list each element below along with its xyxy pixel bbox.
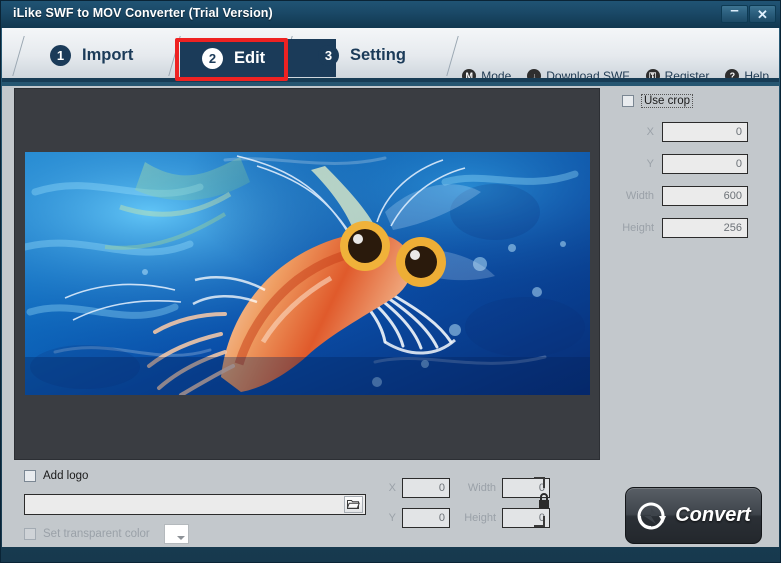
use-crop-row[interactable]: Use crop bbox=[622, 94, 694, 108]
add-logo-row[interactable]: Add logo bbox=[24, 470, 88, 482]
crop-y-label: Y bbox=[646, 158, 654, 170]
tab-setting-label: Setting bbox=[350, 46, 406, 64]
logo-x-label: X bbox=[388, 482, 396, 494]
convert-label: Convert bbox=[675, 504, 751, 526]
tab-import-number: 1 bbox=[50, 45, 71, 66]
transparent-color-label: Set transparent color bbox=[43, 528, 150, 540]
logo-y-input[interactable]: 0 bbox=[402, 508, 450, 528]
menu-item-download-swf-label: Download SWF bbox=[546, 69, 630, 82]
close-icon: ✕ bbox=[757, 6, 768, 22]
download-icon: ↓ bbox=[527, 69, 542, 78]
add-logo-label: Add logo bbox=[43, 470, 89, 482]
use-crop-label: Use crop bbox=[641, 94, 694, 108]
aspect-ratio-lock-icon[interactable] bbox=[530, 474, 556, 530]
crop-x-label: X bbox=[646, 126, 654, 138]
crop-x-row: X 0 bbox=[620, 122, 748, 142]
menu-item-mode[interactable]: M Mode bbox=[462, 69, 512, 82]
crop-width-row: Width 600 bbox=[620, 186, 748, 206]
transparent-color-checkbox[interactable] bbox=[24, 528, 36, 540]
tab-import[interactable]: 1 Import bbox=[24, 33, 192, 78]
window-title: iLike SWF to MOV Converter (Trial Versio… bbox=[13, 6, 273, 20]
logo-height-label: Height bbox=[464, 512, 496, 524]
mode-icon: M bbox=[462, 69, 477, 78]
use-crop-checkbox[interactable] bbox=[622, 95, 634, 107]
convert-refresh-icon bbox=[637, 502, 667, 529]
folder-open-icon bbox=[347, 500, 360, 509]
browse-button[interactable] bbox=[344, 496, 363, 513]
crop-height-row: Height 256 bbox=[620, 218, 748, 238]
help-icon: ? bbox=[725, 69, 740, 78]
title-bar: iLike SWF to MOV Converter (Trial Versio… bbox=[1, 1, 780, 28]
menu-item-help[interactable]: ? Help bbox=[725, 69, 769, 82]
minimize-button[interactable]: – bbox=[721, 1, 748, 23]
register-icon: ⚿ bbox=[645, 69, 660, 78]
crop-x-input[interactable]: 0 bbox=[662, 122, 748, 142]
top-menu: M Mode ↓ Download SWF ⚿ Register ? Help bbox=[462, 69, 769, 82]
tab-import-label: Import bbox=[82, 46, 134, 64]
logo-width-label: Width bbox=[467, 482, 496, 494]
tab-setting[interactable]: 3 Setting bbox=[292, 33, 460, 78]
crop-width-input[interactable]: 600 bbox=[662, 186, 748, 206]
crop-y-row: Y 0 bbox=[620, 154, 748, 174]
logo-position-panel: X 0 Y 0 Width 0 Height 0 bbox=[380, 470, 550, 536]
main-body: Use crop X 0 Y 0 Width 600 Height 256 Ad… bbox=[2, 86, 779, 547]
video-preview[interactable] bbox=[25, 152, 590, 395]
tab-bar: 1 Import 2 Edit 3 Setting M Mode ↓ Downl… bbox=[2, 28, 779, 82]
menu-item-help-label: Help bbox=[744, 69, 769, 82]
app-window: iLike SWF to MOV Converter (Trial Versio… bbox=[0, 0, 781, 563]
crop-height-input[interactable]: 256 bbox=[662, 218, 748, 238]
logo-y-row: Y 0 bbox=[380, 508, 450, 528]
tab-edit-number: 2 bbox=[202, 47, 223, 69]
close-button[interactable]: ✕ bbox=[749, 5, 776, 23]
tab-setting-number: 3 bbox=[318, 45, 339, 66]
menu-item-download-swf[interactable]: ↓ Download SWF bbox=[527, 69, 630, 82]
preview-panel bbox=[14, 88, 600, 460]
chevron-down-icon bbox=[176, 536, 185, 540]
tab-separator bbox=[12, 36, 25, 76]
logo-x-input[interactable]: 0 bbox=[402, 478, 450, 498]
transparent-color-row[interactable]: Set transparent color bbox=[24, 524, 189, 544]
transparent-color-dropdown[interactable] bbox=[163, 524, 189, 544]
crop-y-input[interactable]: 0 bbox=[662, 154, 748, 174]
shrimp-underwater-frame bbox=[25, 152, 590, 395]
crop-height-label: Height bbox=[622, 222, 654, 234]
tab-edit-label: Edit bbox=[234, 48, 266, 67]
logo-y-label: Y bbox=[388, 512, 396, 524]
convert-button[interactable]: Convert bbox=[625, 487, 762, 544]
logo-path-input[interactable] bbox=[24, 494, 366, 515]
menu-item-register-label: Register bbox=[664, 69, 710, 82]
menu-item-register[interactable]: ⚿ Register bbox=[645, 69, 710, 82]
menu-item-mode-label: Mode bbox=[481, 69, 512, 82]
logo-x-row: X 0 bbox=[380, 478, 450, 498]
add-logo-checkbox[interactable] bbox=[24, 470, 36, 482]
minimize-icon: – bbox=[730, 1, 739, 19]
crop-width-label: Width bbox=[625, 190, 654, 202]
crop-panel: Use crop X 0 Y 0 Width 600 Height 256 bbox=[612, 86, 772, 256]
